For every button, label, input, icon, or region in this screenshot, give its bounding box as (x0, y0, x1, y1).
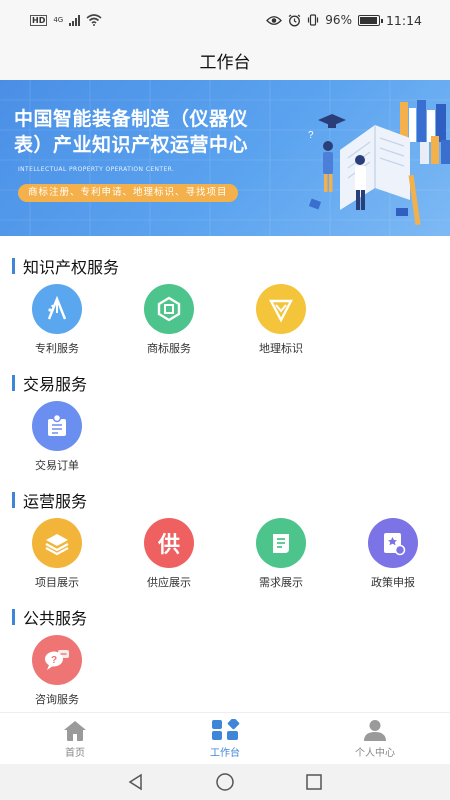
supply-icon: 供 (144, 518, 194, 568)
battery-percent: 96% (325, 13, 352, 27)
banner-tagline: 商标注册、专利申请、地理标识、寻找项目 (18, 184, 238, 202)
grid-item-label: 咨询服务 (35, 693, 79, 706)
policy-icon (368, 518, 418, 568)
clock: 11:14 (385, 12, 422, 28)
recents-icon[interactable] (305, 773, 323, 791)
back-icon[interactable] (127, 773, 145, 791)
grid-item-label: 需求展示 (259, 576, 303, 589)
grid-item-geo-mark[interactable]: 地理标识 (236, 284, 326, 356)
demand-icon (256, 518, 306, 568)
section-header: 公共服务 (12, 605, 87, 629)
supply-glyph: 供 (157, 533, 180, 558)
trade-order-icon (32, 401, 82, 451)
consult-icon: ? (32, 635, 82, 685)
grid-item-label: 商标服务 (147, 342, 191, 355)
grid-item-label: 项目展示 (35, 576, 79, 589)
workbench-icon (212, 718, 240, 740)
home-circle-icon[interactable] (215, 772, 235, 792)
battery-fill (359, 16, 378, 24)
svg-text:?: ? (308, 130, 314, 141)
grid-item-trade-order[interactable]: 交易订单 (12, 401, 102, 473)
profile-icon (364, 719, 386, 741)
home-icon (64, 720, 86, 741)
status-right: 96% 11:14 (266, 13, 422, 28)
section-accent-bar (12, 609, 15, 625)
hd-badge: HD (30, 14, 48, 26)
nav-item-home[interactable]: 首页 (0, 713, 150, 764)
grid-item-project[interactable]: 项目展示 (12, 518, 102, 590)
banner-title-line1: 中国智能装备制造（仪器仪 (14, 108, 249, 130)
grid-item-label: 专利服务 (35, 342, 79, 355)
grid-item-policy[interactable]: 政策申报 (348, 518, 438, 590)
project-icon (32, 518, 82, 568)
banner-title-line2: 表）产业知识产权运营中心 (14, 134, 249, 156)
top-bar: 工作台 (0, 40, 450, 80)
network-type: 4G (53, 16, 64, 24)
nav-label: 个人中心 (355, 747, 395, 759)
patent-icon (32, 284, 82, 334)
page-title: 工作台 (199, 52, 251, 73)
grid-item-label: 政策申报 (371, 576, 415, 589)
section-accent-bar (12, 492, 15, 508)
status-left: HD 4G (30, 14, 102, 26)
section-title: 知识产权服务 (23, 258, 120, 277)
trademark-icon (144, 284, 194, 334)
grid-item-label: 供应展示 (147, 576, 191, 589)
banner-subtitle-en: INTELLECTUAL PROPERTY OPERATION CENTER. (18, 166, 175, 173)
section-accent-bar (12, 375, 15, 391)
status-bar: HD 4G 96% 11:14 (0, 0, 450, 40)
banner-title: 中国智能装备制造（仪器仪 表）产业知识产权运营中心 (14, 106, 304, 158)
section-title: 公共服务 (23, 609, 88, 628)
alarm-icon (288, 14, 301, 26)
grid-item-patent[interactable]: 专利服务 (12, 284, 102, 356)
section-header: 运营服务 (12, 488, 87, 512)
section-header: 交易服务 (12, 371, 87, 395)
svg-text:?: ? (51, 655, 57, 666)
nav-item-profile[interactable]: 个人中心 (300, 713, 450, 764)
section-title: 运营服务 (23, 492, 88, 511)
grid-item-label: 交易订单 (35, 459, 79, 472)
bottom-nav: 首页 工作台 个人中心 (0, 712, 450, 764)
section-accent-bar (12, 258, 15, 274)
grid-item-demand[interactable]: 需求展示 (236, 518, 326, 590)
wifi-icon (86, 14, 102, 26)
system-nav-bar (0, 764, 450, 800)
grid-item-consult[interactable]: ? 咨询服务 (12, 635, 102, 707)
banner[interactable]: 中国智能装备制造（仪器仪 表）产业知识产权运营中心 INTELLECTUAL P… (0, 80, 450, 236)
banner-illustration: ? (308, 100, 450, 226)
nav-label: 工作台 (210, 747, 240, 759)
nav-label: 首页 (65, 747, 85, 759)
section-header: 知识产权服务 (12, 254, 119, 278)
vibrate-icon (308, 14, 319, 26)
grid-item-label: 地理标识 (259, 342, 303, 355)
eye-icon (266, 15, 283, 25)
nav-item-workbench[interactable]: 工作台 (150, 713, 300, 764)
geo-mark-icon (256, 284, 306, 334)
section-title: 交易服务 (23, 375, 88, 394)
grid-item-trademark[interactable]: 商标服务 (124, 284, 214, 356)
battery-icon (357, 14, 383, 26)
grid-item-supply[interactable]: 供 供应展示 (124, 518, 214, 590)
signal-icon (69, 14, 81, 26)
